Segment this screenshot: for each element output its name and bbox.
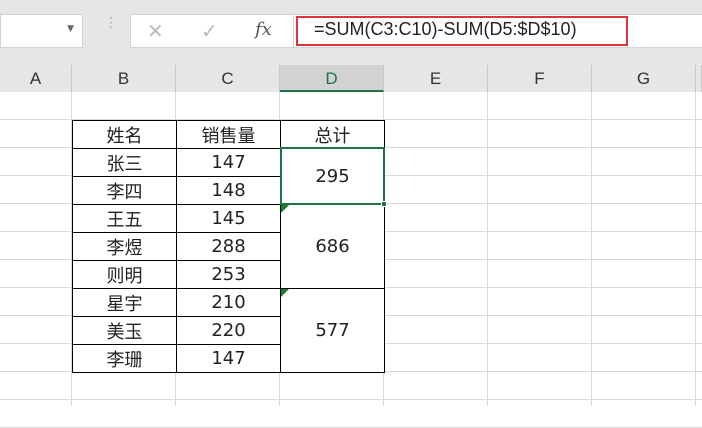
column-header-g[interactable]: G [592,65,696,92]
error-indicator-icon[interactable] [281,289,289,297]
sales-cell[interactable]: 288 [176,232,281,261]
column-header-b[interactable]: B [72,65,176,92]
gridline [487,92,488,406]
sales-cell[interactable]: 145 [176,204,281,233]
name-cell[interactable]: 李四 [72,176,177,205]
name-cell[interactable]: 美玉 [72,316,177,345]
total-merged-cell[interactable]: 686 [280,204,385,289]
name-box[interactable]: ▼ [0,14,83,48]
column-header-e[interactable]: E [384,65,488,92]
table-header-cell[interactable]: 总计 [280,120,385,149]
fill-handle[interactable] [381,201,387,207]
insert-function-icon[interactable]: fx [255,19,272,40]
sales-cell[interactable]: 147 [176,344,281,373]
sales-cell[interactable]: 147 [176,148,281,177]
drag-handle-icon[interactable]: ⋮ [104,16,118,30]
gridline [695,92,696,406]
column-header-f[interactable]: F [488,65,592,92]
sales-cell[interactable]: 210 [176,288,281,317]
enter-icon[interactable]: ✓ [201,19,218,43]
sales-cell[interactable]: 148 [176,176,281,205]
sales-cell[interactable]: 220 [176,316,281,345]
name-cell[interactable]: 李煜 [72,232,177,261]
formula-buttons: ✕ ✓ fx [130,14,294,48]
table-header-cell[interactable]: 姓名 [72,120,177,149]
column-header-h[interactable] [696,65,702,92]
cancel-icon[interactable]: ✕ [147,19,164,43]
name-cell[interactable]: 王五 [72,204,177,233]
chevron-down-icon[interactable]: ▼ [67,24,74,34]
name-cell[interactable]: 星宇 [72,288,177,317]
error-indicator-icon[interactable] [281,205,289,213]
name-cell[interactable]: 李珊 [72,344,177,373]
table-header-cell[interactable]: 销售量 [176,120,281,149]
sales-cell[interactable]: 253 [176,260,281,289]
name-cell[interactable]: 张三 [72,148,177,177]
column-header-d[interactable]: D [280,65,384,92]
formula-text[interactable]: =SUM(C3:C10)-SUM(D5:$D$10) [314,19,577,40]
gridline [0,399,702,400]
total-merged-cell[interactable]: 577 [280,288,385,373]
column-header-c[interactable]: C [176,65,280,92]
name-cell[interactable]: 则明 [72,260,177,289]
selected-cell-border [280,147,385,205]
column-header-a[interactable]: A [0,65,72,92]
gridline [591,92,592,406]
